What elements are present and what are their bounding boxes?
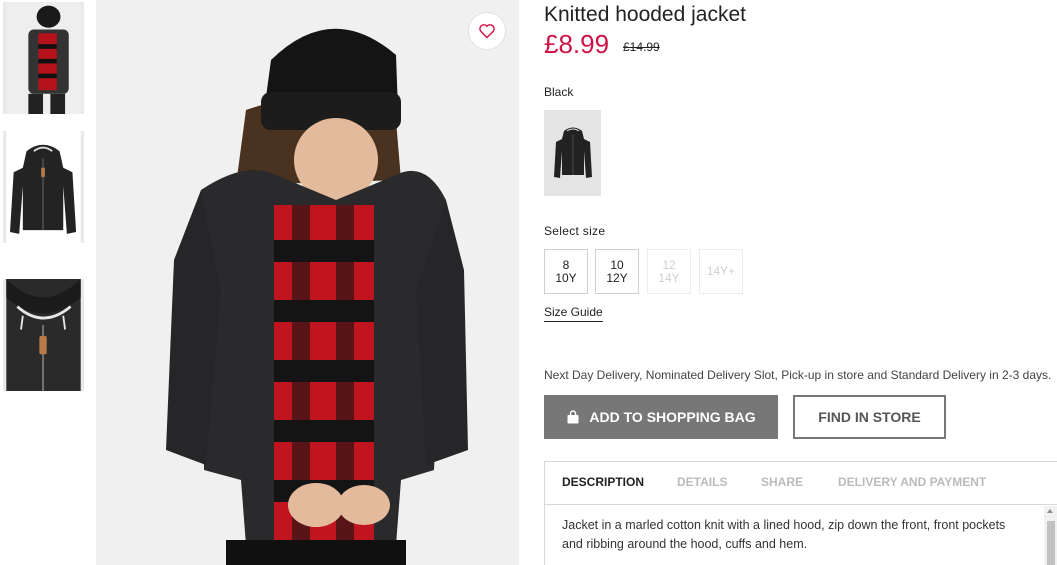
product-info-tabs: DESCRIPTION DETAILS SHARE DELIVERY AND P… bbox=[544, 461, 1057, 565]
tab-delivery-and-payment[interactable]: DELIVERY AND PAYMENT bbox=[838, 475, 986, 489]
tab-share[interactable]: SHARE bbox=[761, 475, 803, 489]
delivery-info-text: Next Day Delivery, Nominated Delivery Sl… bbox=[544, 368, 1052, 382]
size-option-line1: 8 bbox=[562, 257, 570, 272]
size-option-10-12y[interactable]: 10 12Y bbox=[595, 249, 639, 294]
size-option-line1: 12 bbox=[662, 257, 676, 272]
color-swatch-black[interactable] bbox=[544, 110, 601, 196]
shopping-bag-icon bbox=[567, 410, 579, 424]
swatch-jacket-image bbox=[553, 127, 592, 178]
thumbnail-hood-detail[interactable] bbox=[3, 279, 84, 391]
add-to-favorites-button[interactable] bbox=[468, 12, 506, 50]
size-option-14y-plus: 14Y+ bbox=[699, 249, 743, 294]
scrollbar-thumb[interactable] bbox=[1047, 521, 1055, 565]
add-to-bag-label: ADD TO SHOPPING BAG bbox=[589, 409, 756, 425]
size-option-8-10y[interactable]: 8 10Y bbox=[544, 249, 588, 294]
model-photo bbox=[96, 0, 519, 565]
selected-color-label: Black bbox=[544, 85, 574, 99]
size-option-line1: 10 bbox=[610, 257, 624, 272]
size-option-line2: 12Y bbox=[606, 270, 628, 285]
heart-outline-icon bbox=[479, 24, 495, 39]
tab-details[interactable]: DETAILS bbox=[677, 475, 727, 489]
find-in-store-button[interactable]: FIND IN STORE bbox=[793, 395, 946, 439]
product-title: Knitted hooded jacket bbox=[544, 3, 746, 26]
size-selector-label: Select size bbox=[544, 224, 606, 238]
size-option-line2: 14Y bbox=[658, 270, 680, 285]
tab-bar: DESCRIPTION DETAILS SHARE DELIVERY AND P… bbox=[545, 462, 1057, 505]
thumbnail-model-image bbox=[6, 2, 81, 114]
size-option-line2: 10Y bbox=[555, 270, 577, 285]
tab-description[interactable]: DESCRIPTION bbox=[562, 475, 644, 489]
size-option-12-14y: 12 14Y bbox=[647, 249, 691, 294]
thumbnail-model-front[interactable] bbox=[3, 2, 84, 114]
size-guide-link[interactable]: Size Guide bbox=[544, 305, 603, 322]
original-price: £14.99 bbox=[623, 40, 660, 54]
add-to-bag-button[interactable]: ADD TO SHOPPING BAG bbox=[544, 395, 778, 439]
thumbnail-jacket[interactable] bbox=[3, 131, 84, 243]
thumbnail-jacket-image bbox=[6, 131, 81, 243]
scroll-up-arrow-icon[interactable] bbox=[1047, 509, 1053, 513]
description-scrollbar[interactable] bbox=[1044, 506, 1057, 565]
main-product-image bbox=[96, 0, 519, 565]
sale-price: £8.99 bbox=[544, 29, 610, 59]
product-description: Jacket in a marled cotton knit with a li… bbox=[562, 518, 1006, 551]
size-option-line1: 14Y+ bbox=[706, 264, 736, 278]
thumbnail-hood-image bbox=[6, 279, 81, 391]
